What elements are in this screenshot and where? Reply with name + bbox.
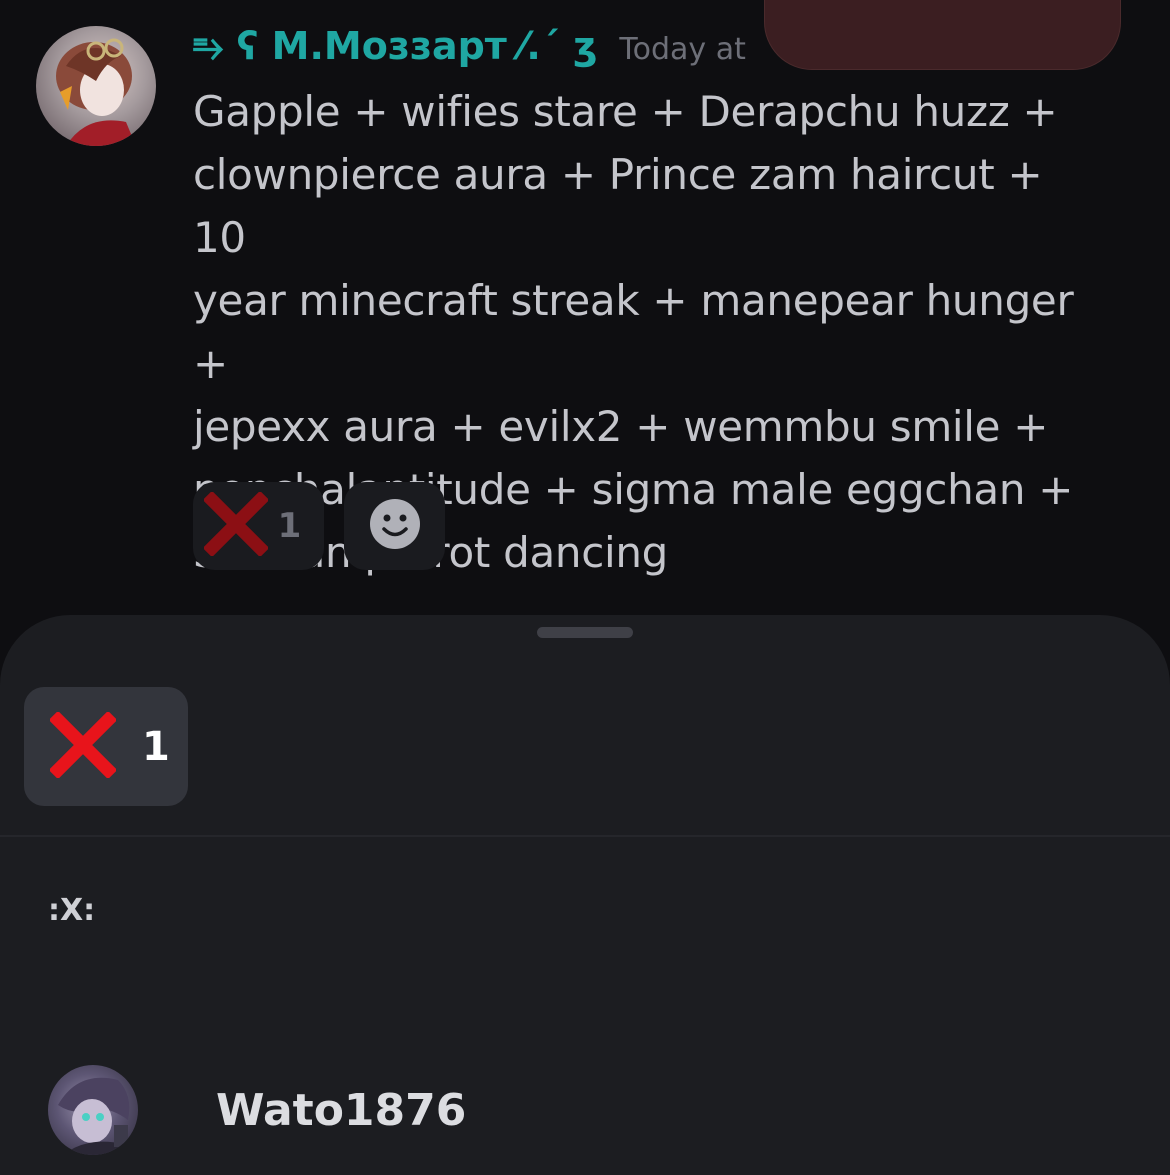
reaction-count: 1 — [277, 506, 302, 546]
red-x-icon — [48, 710, 118, 782]
message-line: year minecraft streak + manepear hunger … — [193, 276, 1074, 388]
red-x-icon — [202, 490, 269, 560]
message-timestamp: Today at — [619, 32, 746, 67]
reactor-username[interactable]: Wato1876 — [216, 1085, 466, 1136]
message-reactions: 1 — [193, 482, 445, 570]
emoji-name-label: :X: — [48, 893, 96, 928]
sheet-divider — [0, 835, 1170, 837]
message-header: ⥱ ʕ M.Моззарт ⁄.ˊ ʒ Today at — [193, 24, 746, 80]
author-username[interactable]: ⥱ ʕ M.Моззарт ⁄.ˊ ʒ — [193, 24, 597, 69]
message-line: jepexx aura + evilx2 + wemmbu smile + — [193, 402, 1049, 451]
message-line: Gapple + wifies stare + Derapchu huzz + — [193, 87, 1058, 136]
author-avatar[interactable] — [36, 26, 156, 146]
reaction-x-chip[interactable]: 1 — [193, 482, 324, 570]
add-reaction-smiley-icon — [369, 498, 421, 554]
message-line: clownpierce aura + Prince zam haircut + … — [193, 150, 1043, 262]
reactor-list-item[interactable]: Wato1876 — [48, 1065, 466, 1155]
add-reaction-button[interactable] — [344, 482, 445, 570]
sheet-drag-handle[interactable] — [537, 627, 633, 638]
reaction-tab-x[interactable]: 1 — [24, 687, 188, 806]
reactor-avatar[interactable] — [48, 1065, 138, 1155]
notification-overlay — [764, 0, 1121, 70]
reaction-tab-count: 1 — [142, 723, 170, 770]
reactions-bottom-sheet: 1 :X: Wato1876 — [0, 615, 1170, 1175]
